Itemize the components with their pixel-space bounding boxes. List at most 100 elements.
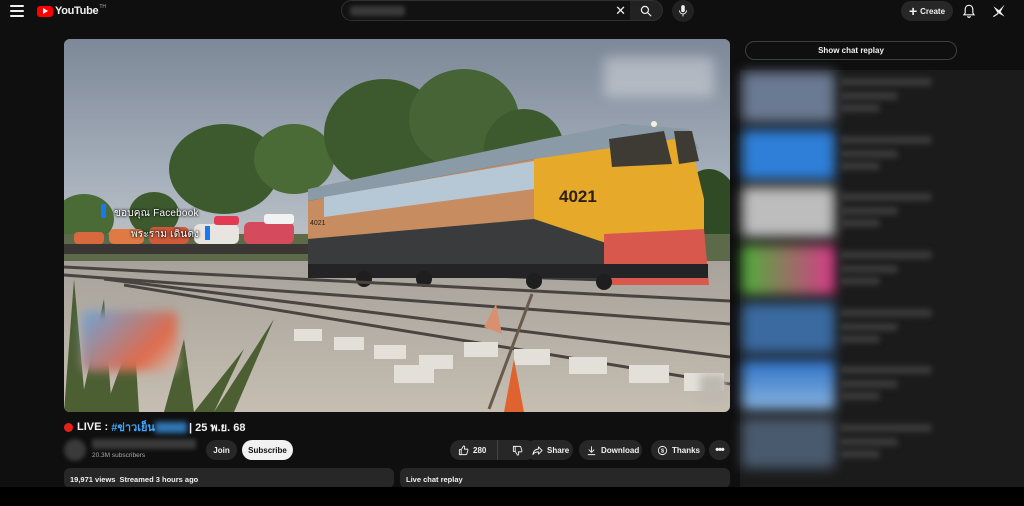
- plus-icon: +: [908, 3, 918, 19]
- join-button[interactable]: Join: [206, 440, 237, 460]
- clear-search-icon[interactable]: ✕: [615, 3, 626, 18]
- menu-icon[interactable]: [10, 5, 24, 17]
- avatar[interactable]: [990, 2, 1008, 20]
- live-dot-icon: [64, 422, 73, 432]
- rec-line: [840, 78, 932, 86]
- search-input[interactable]: ✕: [341, 0, 631, 21]
- overlay-accent-bar: [101, 204, 106, 218]
- rec-line: [840, 438, 898, 446]
- recommendation-thumbnail: [742, 72, 835, 122]
- create-button[interactable]: + Create: [901, 1, 953, 21]
- recommendation-thumbnail: [742, 187, 835, 237]
- channel-avatar[interactable]: [64, 439, 86, 461]
- rec-line: [840, 104, 880, 112]
- thumbs-down-icon: [512, 445, 522, 456]
- svg-text:$: $: [661, 448, 664, 454]
- like-button[interactable]: 280: [450, 440, 498, 460]
- rec-line: [840, 207, 898, 215]
- video-credit-line-2: พระราม เดินดง: [131, 229, 200, 240]
- share-button[interactable]: Share: [525, 440, 573, 460]
- rec-line: [840, 150, 898, 158]
- recommendation-item[interactable]: [740, 187, 980, 237]
- youtube-logo[interactable]: YouTube TH: [37, 3, 106, 19]
- masthead: YouTube TH ✕ + Create: [0, 0, 1024, 24]
- thumbs-up-icon: [458, 444, 469, 455]
- rec-line: [840, 162, 880, 170]
- logo-text: YouTube: [55, 5, 99, 17]
- super-thanks-icon: $: [657, 445, 668, 455]
- subscribe-button[interactable]: Subscribe: [242, 440, 293, 460]
- description-box[interactable]: 19,971 views Streamed 3 hours ago: [64, 468, 394, 488]
- recommendation-thumbnail: [742, 303, 835, 353]
- share-icon: [532, 445, 543, 455]
- bell-icon: [962, 4, 976, 18]
- download-button[interactable]: Download: [579, 440, 642, 460]
- share-label: Share: [547, 445, 570, 455]
- rec-line: [840, 92, 898, 100]
- download-icon: [587, 445, 596, 455]
- rec-line: [840, 277, 880, 285]
- hashtag-link[interactable]: #ข่าวเย็น: [111, 418, 155, 436]
- account-avatar-icon: [993, 4, 1005, 18]
- title-blurred: [154, 421, 187, 433]
- rec-line: [840, 265, 898, 273]
- video-title: LIVE : #ข่าวเย็น | 25 พ.ย. 68: [64, 420, 245, 434]
- rec-line: [840, 193, 932, 201]
- recommendations-sidebar: [740, 70, 1024, 487]
- live-label: LIVE :: [77, 421, 109, 433]
- recommendation-thumbnail: [742, 130, 835, 180]
- rec-line: [840, 136, 932, 144]
- voice-search-button[interactable]: [672, 0, 694, 22]
- recommendation-item[interactable]: [740, 72, 980, 122]
- rec-line: [840, 366, 932, 374]
- recommendation-thumbnail: [742, 418, 835, 468]
- recommendation-item[interactable]: [740, 130, 980, 180]
- title-date: | 25 พ.ย. 68: [188, 422, 246, 434]
- rec-line: [840, 380, 898, 388]
- streamed-time: Streamed 3 hours ago: [119, 475, 199, 484]
- rec-line: [840, 323, 898, 331]
- locomotive-number: 4021: [559, 187, 597, 206]
- locomotive-number-small: 4021: [310, 220, 326, 227]
- search-icon: [640, 5, 652, 16]
- like-count: 280: [473, 445, 487, 455]
- like-dislike-group: 280: [450, 440, 536, 460]
- logo-region: TH: [99, 4, 106, 10]
- subscriber-count: 20.3M subscribers: [92, 452, 146, 459]
- rec-line: [840, 450, 880, 458]
- rec-line: [840, 219, 880, 227]
- bottom-bar: [0, 487, 1024, 506]
- watermark-blurred: [604, 57, 714, 97]
- rec-line: [840, 309, 932, 317]
- show-chat-replay-button[interactable]: Show chat replay: [745, 41, 957, 60]
- video-credit-line-1: ขอบคุณ Facebook: [114, 208, 199, 219]
- overlay-accent-bar: [205, 226, 210, 240]
- create-label: Create: [920, 6, 946, 16]
- corner-bug-blurred: [700, 374, 726, 404]
- thanks-label: Thanks: [672, 445, 701, 455]
- recommendation-item[interactable]: [740, 418, 980, 468]
- search-button[interactable]: [630, 0, 663, 21]
- channel-name-blurred[interactable]: [92, 439, 196, 449]
- recommendation-item[interactable]: [740, 360, 980, 410]
- rec-line: [840, 392, 880, 400]
- live-chat-label: Live chat replay: [406, 475, 463, 484]
- notifications-button[interactable]: [960, 2, 978, 20]
- video-player[interactable]: 4021 4021 ขอบคุณ Facebook พระราม เดินดง: [64, 39, 730, 412]
- download-label: Download: [601, 445, 640, 455]
- rec-line: [840, 335, 880, 343]
- live-chat-replay-panel[interactable]: Live chat replay: [400, 468, 730, 488]
- recommendation-item[interactable]: [740, 303, 980, 353]
- recommendation-thumbnail: [742, 245, 835, 295]
- recommendation-thumbnail: [742, 360, 835, 410]
- broadcaster-logo-blurred: [82, 311, 177, 371]
- search-query-blurred: [350, 6, 405, 16]
- more-actions-button[interactable]: •••: [709, 440, 730, 460]
- recommendation-item[interactable]: [740, 245, 980, 295]
- mic-icon: [678, 5, 688, 17]
- rec-line: [840, 251, 932, 259]
- youtube-play-icon: [37, 5, 53, 17]
- view-count: 19,971 views: [70, 475, 116, 484]
- thanks-button[interactable]: $ Thanks: [651, 440, 705, 460]
- rec-line: [840, 424, 932, 432]
